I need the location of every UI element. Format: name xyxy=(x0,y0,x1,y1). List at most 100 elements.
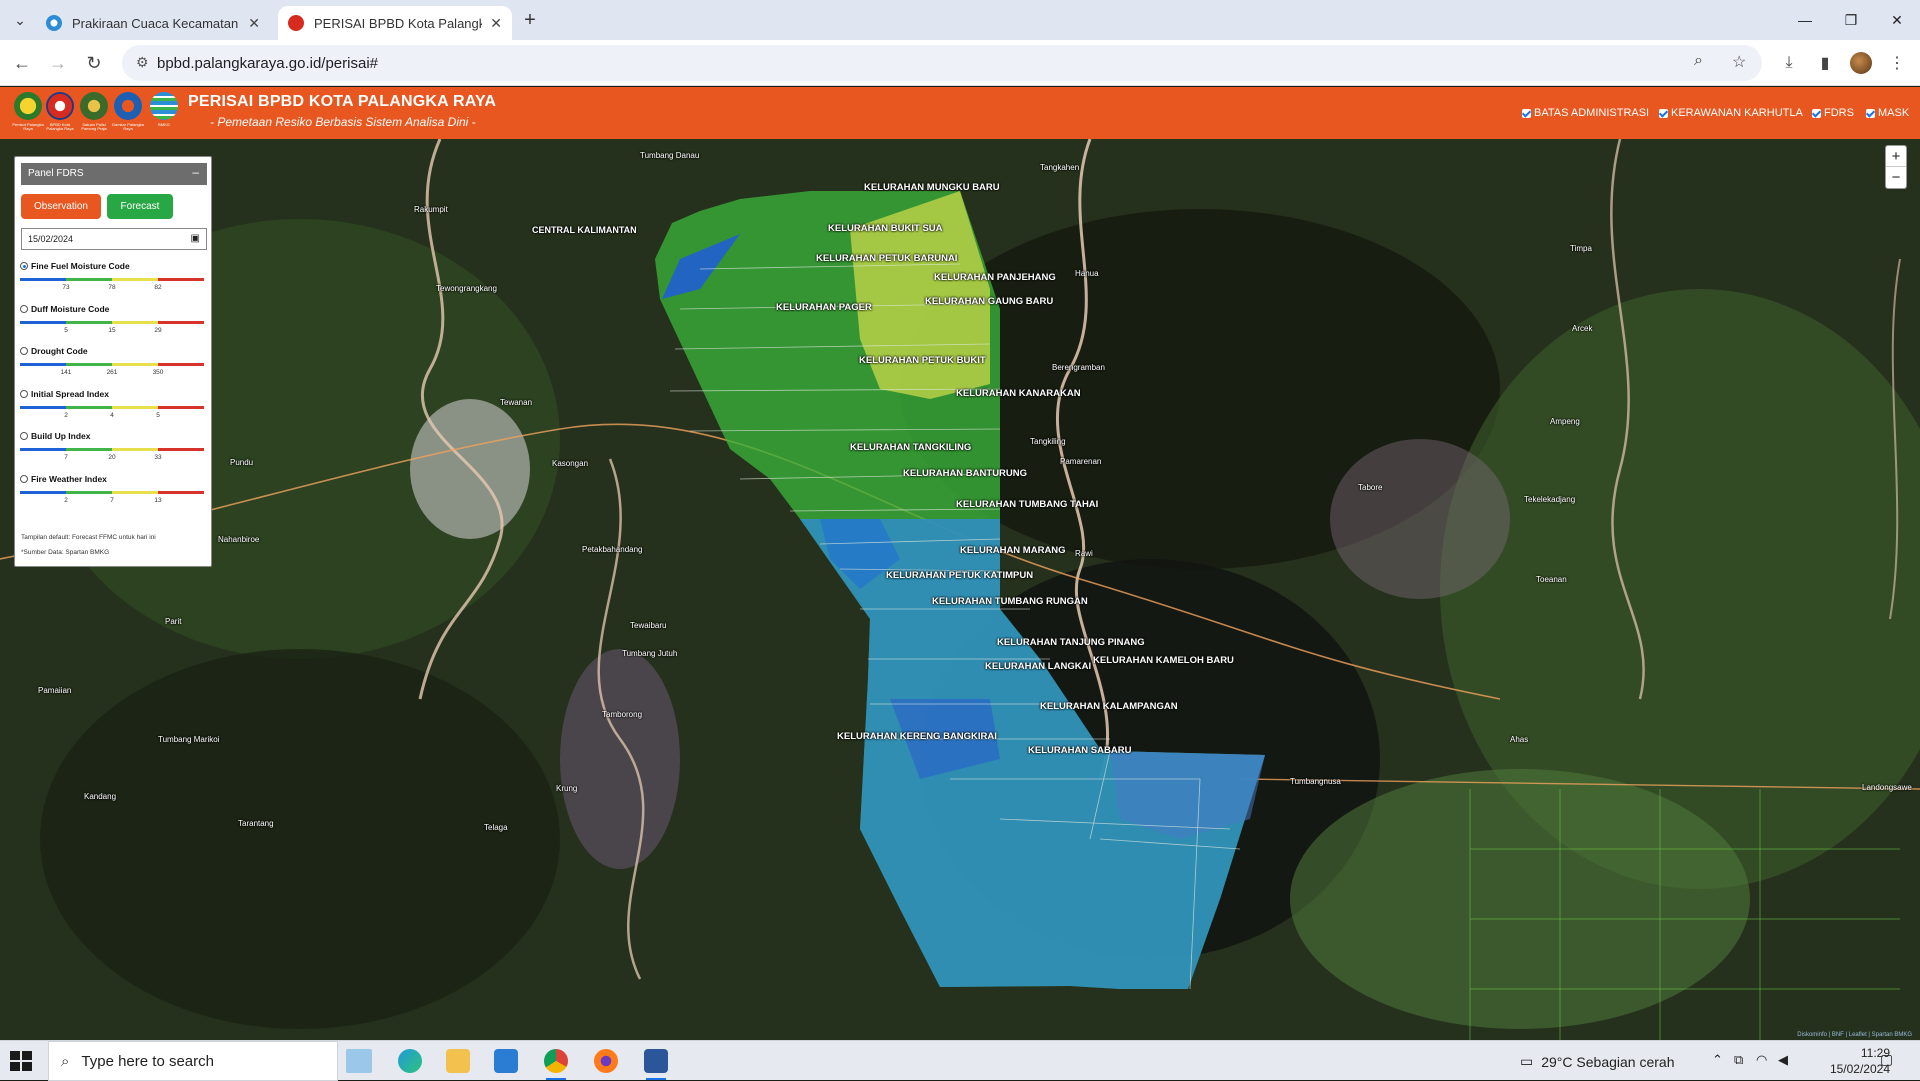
radio-button[interactable] xyxy=(20,262,28,270)
date-value: 15/02/2024 xyxy=(28,234,74,244)
radio-button[interactable] xyxy=(20,347,28,356)
fdrs-index-option[interactable]: Fine Fuel Moisture Code 73 78 82 xyxy=(20,261,208,291)
index-ticks: 2 4 5 xyxy=(20,409,208,419)
url-text[interactable]: bpbd.palangkaraya.go.id/perisai# xyxy=(157,55,378,72)
checkbox-checked-icon[interactable] xyxy=(1866,108,1875,118)
kelurahan-label: KELURAHAN KANARAKAN xyxy=(956,388,1081,399)
task-view-icon[interactable] xyxy=(346,1049,372,1073)
clock-date: 15/02/2024 xyxy=(1829,1062,1890,1076)
mail-icon[interactable] xyxy=(494,1049,518,1073)
close-window-icon[interactable]: ✕ xyxy=(1874,0,1920,40)
radio-button[interactable] xyxy=(20,475,28,483)
tray-network-icon[interactable]: ⧉ xyxy=(1734,1052,1743,1068)
tick-label: 7 xyxy=(110,497,114,504)
checkbox-checked-icon[interactable] xyxy=(1659,108,1668,118)
radio-button[interactable] xyxy=(20,389,28,398)
radio-button[interactable] xyxy=(20,432,28,441)
checkbox-checked-icon[interactable] xyxy=(1812,108,1821,118)
place-label: Ampeng xyxy=(1550,417,1580,426)
index-label-row[interactable]: Build Up Index xyxy=(20,431,208,441)
tab-perisai[interactable]: PERISAI BPBD Kota Palangka Ra ✕ xyxy=(278,6,512,40)
bpbd-logo-icon xyxy=(46,92,74,120)
forecast-button[interactable]: Forecast xyxy=(107,194,173,219)
zoom-magnifier-icon[interactable]: ⌕ xyxy=(1694,52,1703,70)
side-panel-icon[interactable]: ▮ xyxy=(1812,50,1838,76)
site-header: Pemkot Palangka Raya BPBD Kota Palangka … xyxy=(0,87,1920,139)
toggle-kerawanan-karhutla[interactable]: KERAWANAN KARHUTLA xyxy=(1659,107,1803,119)
menu-kebab-icon[interactable]: ⋮ xyxy=(1884,50,1910,76)
downloads-icon[interactable]: ⤓ xyxy=(1776,50,1802,76)
observation-button[interactable]: Observation xyxy=(21,194,101,219)
tab-title: PERISAI BPBD Kota Palangka Ra xyxy=(314,15,483,31)
windows-start-icon[interactable] xyxy=(10,1051,32,1071)
minimize-window-icon[interactable]: — xyxy=(1782,0,1828,40)
place-label: Timpa xyxy=(1570,244,1592,253)
windows-taskbar: ⌕ Type here to search ▭ 29°C Sebagian ce… xyxy=(0,1040,1920,1081)
taskbar-search-box[interactable]: ⌕ Type here to search xyxy=(48,1041,338,1081)
profile-avatar[interactable] xyxy=(1850,52,1872,74)
kelurahan-label: KELURAHAN KALAMPANGAN xyxy=(1040,701,1178,712)
kelurahan-label: KELURAHAN BANTURUNG xyxy=(903,468,1028,479)
index-label-row[interactable]: Initial Spread Index xyxy=(20,389,208,399)
reload-icon[interactable]: ↻ xyxy=(80,49,108,77)
toggle-label: BATAS ADMINISTRASI xyxy=(1534,107,1650,119)
wifi-icon[interactable]: ◠ xyxy=(1756,1052,1767,1068)
taskbar-clock[interactable]: 11:29 15/02/2024 xyxy=(1810,1045,1890,1077)
chrome-icon[interactable] xyxy=(544,1049,568,1080)
close-tab-icon[interactable]: ✕ xyxy=(490,15,502,32)
fdrs-index-option[interactable]: Build Up Index 7 20 33 xyxy=(20,431,208,461)
volume-icon[interactable]: ◀ xyxy=(1778,1052,1788,1068)
index-label-row[interactable]: Fine Fuel Moisture Code xyxy=(20,261,208,271)
kelurahan-label: KELURAHAN KERENG BANGKIRAI xyxy=(837,731,997,742)
zoom-out-button[interactable]: − xyxy=(1886,167,1906,188)
map-attribution[interactable]: Diskominfo | BNF | Leaflet | Spartan BMK… xyxy=(1797,1032,1912,1038)
satellite-map[interactable]: KELURAHAN MUNGKU BARU KELURAHAN BUKIT SU… xyxy=(0,139,1920,1040)
checkbox-checked-icon[interactable] xyxy=(1522,108,1531,118)
place-label: Tangkahen xyxy=(1040,163,1080,172)
date-input[interactable]: 15/02/2024 ▣ xyxy=(21,228,207,250)
search-placeholder[interactable]: Type here to search xyxy=(81,1053,214,1070)
fdrs-index-option[interactable]: Fire Weather Index 2 7 13 xyxy=(20,474,208,504)
tab-prakiraan-cuaca[interactable]: Prakiraan Cuaca Kecamatan Sab ✕ xyxy=(36,6,270,40)
index-label-row[interactable]: Fire Weather Index xyxy=(20,474,208,484)
radio-button[interactable] xyxy=(20,304,28,313)
site-info-icon[interactable]: ⚙ xyxy=(136,54,154,72)
toggle-mask[interactable]: MASK xyxy=(1866,107,1909,119)
restore-window-icon[interactable]: ❐ xyxy=(1828,0,1874,40)
logo-caption: Damkar Palangka Raya xyxy=(112,122,144,131)
address-bar[interactable]: ⚙ bpbd.palangkaraya.go.id/perisai# ⌕ ☆ xyxy=(122,45,1762,81)
place-label: Rakumpit xyxy=(414,205,448,214)
forward-arrow-icon[interactable]: → xyxy=(44,49,72,77)
notification-icon[interactable]: ▢ xyxy=(1880,1051,1893,1068)
index-label-row[interactable]: Duff Moisture Code xyxy=(20,304,208,314)
weather-text: 29°C Sebagian cerah xyxy=(1541,1053,1675,1070)
index-label: Build Up Index xyxy=(31,431,91,442)
tray-chevron-icon[interactable]: ⌃ xyxy=(1712,1052,1723,1068)
tab-title: Prakiraan Cuaca Kecamatan Sab xyxy=(72,15,240,31)
edge-icon[interactable] xyxy=(398,1049,422,1073)
fdrs-index-option[interactable]: Duff Moisture Code 5 15 29 xyxy=(20,304,208,334)
index-label-row[interactable]: Drought Code xyxy=(20,346,208,356)
zoom-in-button[interactable]: + xyxy=(1886,146,1906,167)
tick-label: 82 xyxy=(154,284,162,291)
tab-search-chevron-icon[interactable]: ⌄ xyxy=(8,8,32,32)
firefox-icon[interactable] xyxy=(594,1049,618,1073)
back-arrow-icon[interactable]: ← xyxy=(8,49,36,77)
index-label: Fire Weather Index xyxy=(31,474,107,484)
panel-minimize-button[interactable]: – xyxy=(192,165,199,179)
close-tab-icon[interactable]: ✕ xyxy=(248,15,260,32)
word-icon[interactable] xyxy=(644,1049,668,1080)
bookmark-star-icon[interactable]: ☆ xyxy=(1732,52,1746,72)
fdrs-index-option[interactable]: Drought Code 141 261 350 xyxy=(20,346,208,376)
index-ticks: 73 78 82 xyxy=(20,281,208,291)
toggle-batas-administrasi[interactable]: BATAS ADMINISTRASI xyxy=(1522,107,1649,119)
tick-label: 141 xyxy=(60,369,72,377)
place-label: Tumbang Danau xyxy=(640,151,700,160)
tick-label: 20 xyxy=(108,454,116,462)
fdrs-index-option[interactable]: Initial Spread Index 2 4 5 xyxy=(20,389,208,419)
file-explorer-icon[interactable] xyxy=(446,1049,470,1073)
new-tab-plus-icon[interactable]: + xyxy=(518,8,542,32)
calendar-icon[interactable]: ▣ xyxy=(191,233,200,244)
toggle-fdrs[interactable]: FDRS xyxy=(1812,107,1854,119)
weather-widget[interactable]: ▭ 29°C Sebagian cerah xyxy=(1520,1053,1674,1070)
